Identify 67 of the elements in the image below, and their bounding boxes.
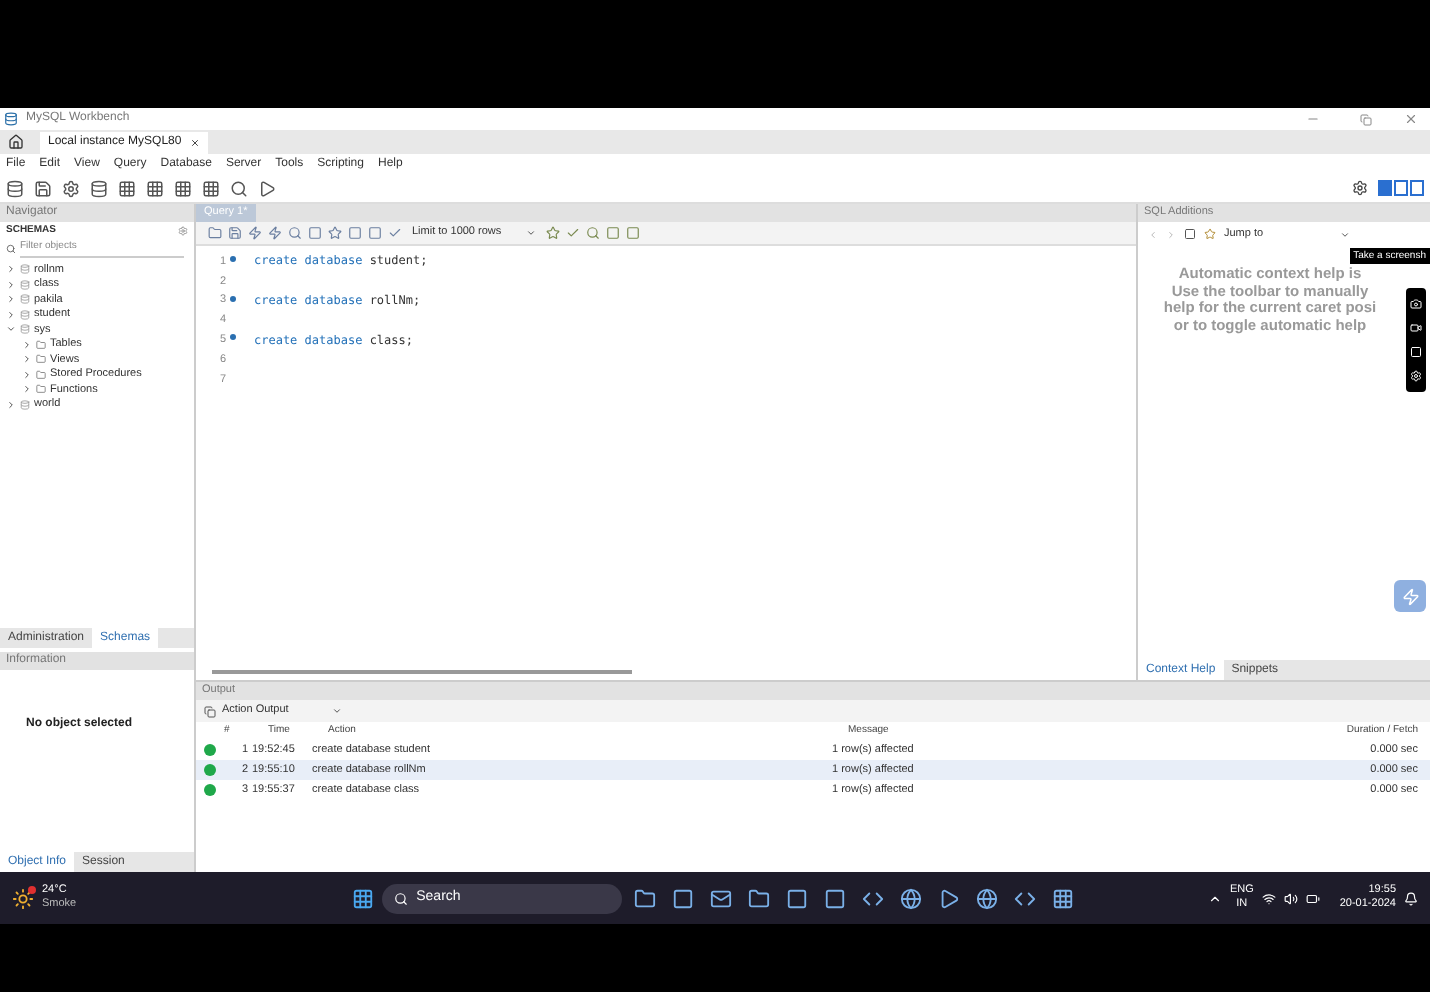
- capture-tool-drawing[interactable]: [1406, 288, 1426, 392]
- toolbar-icon[interactable]: [90, 179, 108, 197]
- database-icon: [20, 264, 30, 275]
- taskbar-app-icon[interactable]: [786, 887, 809, 909]
- folder-icon: [36, 384, 46, 395]
- battery-icon[interactable]: [1305, 891, 1320, 905]
- toolbar-icon[interactable]: [174, 179, 192, 197]
- toolbar-icon[interactable]: [118, 179, 136, 197]
- database-icon: [20, 294, 30, 305]
- horizontal-scrollbar[interactable]: [212, 670, 632, 674]
- expanded-caret-icon[interactable]: [6, 324, 16, 335]
- taskbar-app-icon[interactable]: [1014, 887, 1037, 909]
- taskbar-app-icon[interactable]: [748, 887, 771, 909]
- toggle-help-icon[interactable]: [1184, 228, 1196, 240]
- editor-toolbar-icon[interactable]: [208, 226, 222, 240]
- search-icon: [6, 244, 16, 254]
- database-icon: [20, 309, 30, 320]
- editor-toolbar-icon[interactable]: [328, 226, 342, 240]
- database-icon: [20, 279, 30, 290]
- dropdown-caret-icon: [332, 706, 343, 716]
- taskbar-app-icon[interactable]: [900, 887, 923, 909]
- editor-toolbar-icon[interactable]: [565, 226, 580, 240]
- copy-icon[interactable]: [204, 705, 216, 717]
- layout-toggle-icon[interactable]: [1378, 180, 1424, 196]
- notification-icon[interactable]: [1404, 891, 1418, 905]
- dropdown-caret-icon: [525, 228, 536, 238]
- toolbar-icon[interactable]: [202, 179, 220, 197]
- dropdown-caret-icon: [1339, 229, 1350, 239]
- toolbar-icon[interactable]: [62, 179, 80, 197]
- taskbar-app-icon[interactable]: [672, 887, 695, 909]
- taskbar-app-icon[interactable]: [824, 887, 847, 909]
- volume-icon[interactable]: [1283, 891, 1298, 905]
- weather-icon[interactable]: [12, 887, 34, 909]
- toolbar-icon[interactable]: [146, 179, 164, 197]
- tray-overflow-icon[interactable]: [1207, 891, 1222, 905]
- editor-toolbar-icon[interactable]: [228, 226, 242, 240]
- lightning-icon: [1401, 587, 1419, 605]
- editor-toolbar-icon[interactable]: [288, 226, 302, 240]
- editor-toolbar-icon[interactable]: [585, 226, 600, 240]
- settings-icon[interactable]: [1352, 180, 1368, 196]
- statement-marker-icon: [230, 334, 236, 341]
- toolbar-icon[interactable]: [6, 179, 24, 197]
- taskbar-app-icon[interactable]: [976, 887, 999, 909]
- editor-toolbar-icon[interactable]: [248, 226, 262, 240]
- start-icon[interactable]: [352, 887, 375, 909]
- editor-toolbar-icon[interactable]: [268, 226, 282, 240]
- statement-marker-icon: [230, 256, 236, 263]
- folder-icon: [36, 354, 46, 365]
- taskbar-app-icon[interactable]: [1052, 887, 1075, 909]
- editor-toolbar-icon[interactable]: [545, 226, 560, 240]
- search-icon: [394, 891, 409, 905]
- taskbar-app-icon[interactable]: [710, 887, 733, 909]
- toolbar-icon[interactable]: [34, 179, 52, 197]
- taskbar-app-icon[interactable]: [938, 887, 961, 909]
- database-icon: [20, 324, 30, 335]
- statement-marker-icon: [230, 295, 236, 302]
- taskbar-app-icon[interactable]: [634, 887, 657, 909]
- home-icon[interactable]: [8, 134, 24, 150]
- toolbar-icon[interactable]: [258, 179, 276, 197]
- wifi-icon[interactable]: [1261, 891, 1276, 905]
- folder-icon: [36, 339, 46, 350]
- app-icon: [4, 112, 18, 126]
- toolbar-icon[interactable]: [230, 179, 248, 197]
- editor-toolbar-icon[interactable]: [308, 226, 322, 240]
- taskbar-app-icon[interactable]: [862, 887, 885, 909]
- folder-icon: [36, 369, 46, 380]
- database-icon: [20, 399, 30, 410]
